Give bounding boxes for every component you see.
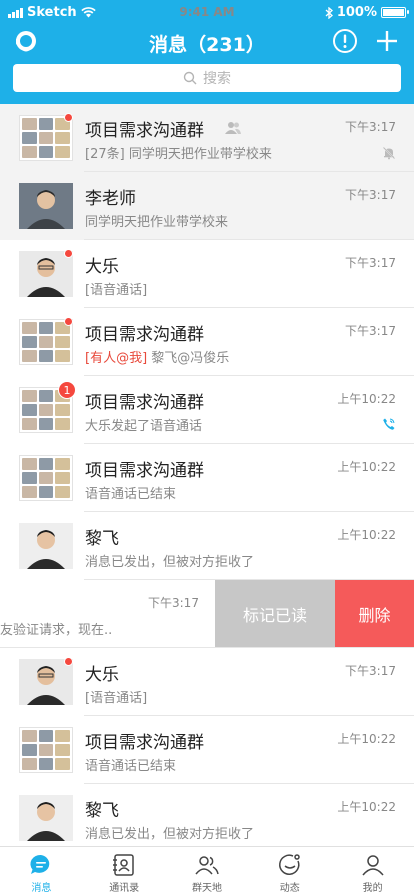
tab-label: 群天地: [191, 883, 222, 894]
conversation-row[interactable]: 大乐 [语音通话] 下午3:17: [0, 240, 414, 308]
avatar: [19, 183, 73, 229]
avatar: [19, 659, 73, 705]
conversation-row[interactable]: 项目需求沟通群 [27条] 同学明天把作业带学校来 下午3:17: [0, 104, 414, 172]
battery-percent: 100%: [336, 5, 377, 20]
group-avatar: [19, 115, 73, 161]
tab-label: 动态: [279, 883, 300, 894]
add-icon[interactable]: [374, 28, 400, 54]
avatar: [19, 251, 73, 297]
tab-moments[interactable]: 动态: [248, 847, 331, 896]
tab-bar: 消息 通讯录 群天地 动态 我的: [0, 846, 414, 896]
avatar: [19, 523, 73, 569]
mark-read-button[interactable]: 标记已读: [215, 580, 335, 648]
conversation-time: 下午3:17: [148, 596, 199, 610]
conversation-time: 下午3:17: [345, 188, 396, 202]
chat-icon: [30, 854, 50, 874]
conversation-preview: 语音通话已结束: [85, 487, 177, 502]
conversation-row[interactable]: 项目需求沟通群 语音通话已结束 上午10:22: [0, 444, 414, 512]
conversation-time: 上午10:22: [337, 460, 396, 474]
conversation-row[interactable]: 黎飞 消息已发出，但被对方拒收了 上午10:22: [0, 512, 414, 580]
unread-dot: [64, 249, 73, 258]
conversation-time: 下午3:17: [345, 120, 396, 134]
swiped-conversation-row[interactable]: 下午3:17 友验证请求，现在.. 标记已读 删除: [0, 580, 414, 648]
search-bar[interactable]: 搜索: [13, 64, 401, 92]
conversation-preview: 消息已发出，但被对方拒收了: [85, 827, 255, 842]
profile-icon: [362, 855, 384, 876]
group-avatar: [19, 727, 73, 773]
moments-icon: [278, 854, 300, 875]
conversation-preview: [有人@我] 黎飞@冯俊乐: [85, 347, 229, 366]
status-right: 100%: [325, 5, 409, 20]
conversation-row[interactable]: 项目需求沟通群 [有人@我] 黎飞@冯俊乐 下午3:17: [0, 308, 414, 376]
alert-icon[interactable]: [332, 28, 358, 54]
avatar: [19, 795, 73, 841]
tab-label: 通讯录: [109, 883, 140, 894]
tab-groups[interactable]: 群天地: [166, 847, 249, 896]
group-avatar: [19, 455, 73, 501]
conversation-preview: 消息已发出，但被对方拒收了: [85, 555, 255, 570]
conversation-name: 黎飞: [85, 529, 119, 549]
conversation-name: 项目需求沟通群: [85, 121, 204, 141]
bluetooth-icon: [325, 6, 333, 19]
conversation-row[interactable]: 1 项目需求沟通群 大乐发起了语音通话 上午10:22: [0, 376, 414, 444]
conversation-row[interactable]: 大乐 [语音通话] 下午3:17: [0, 648, 414, 716]
group-members-icon: [225, 122, 241, 134]
conversation-time: 下午3:17: [345, 256, 396, 270]
unread-badge: 1: [58, 381, 76, 399]
delete-button[interactable]: 删除: [335, 580, 414, 648]
mention-tag: [有人@我]: [85, 351, 148, 366]
search-icon: [183, 71, 197, 85]
conversation-name: 项目需求沟通群: [85, 733, 204, 753]
groups-icon: [195, 856, 219, 875]
mention-text: 黎飞@冯俊乐: [147, 351, 230, 366]
conversation-name: 项目需求沟通群: [85, 393, 204, 413]
conversation-preview: 同学明天把作业带学校来: [85, 215, 229, 230]
conversation-preview: [27条] 同学明天把作业带学校来: [85, 147, 272, 162]
conversation-time: 下午3:17: [345, 324, 396, 338]
phone-call-icon: [383, 418, 395, 430]
conversation-preview: [语音通话]: [85, 283, 148, 298]
tab-contacts[interactable]: 通讯录: [83, 847, 166, 896]
conversation-time: 上午10:22: [337, 732, 396, 746]
conversation-time: 上午10:22: [337, 800, 396, 814]
conversation-name: 项目需求沟通群: [85, 461, 204, 481]
conversation-time: 上午10:22: [337, 528, 396, 542]
conversation-name: 黎飞: [85, 801, 119, 821]
title-bar: 消息（231）: [0, 26, 414, 60]
tab-label: 我的: [362, 883, 383, 894]
conversation-name: 项目需求沟通群: [85, 325, 204, 345]
status-bar: Sketch 9:41 AM 100%: [0, 0, 414, 26]
conversation-row[interactable]: 黎飞 消息已发出，但被对方拒收了 上午10:22: [0, 784, 414, 852]
group-avatar: [19, 319, 73, 365]
conversation-list: 项目需求沟通群 [27条] 同学明天把作业带学校来 下午3:17 李老师 同学明…: [0, 104, 414, 852]
unread-dot: [64, 657, 73, 666]
unread-dot: [64, 317, 73, 326]
app-header: Sketch 9:41 AM 100% 消息（231） 搜索: [0, 0, 414, 104]
conversation-preview: [语音通话]: [85, 691, 148, 706]
tab-profile[interactable]: 我的: [331, 847, 414, 896]
conversation-preview: 友验证请求，现在..: [0, 623, 113, 638]
conversation-preview: 大乐发起了语音通话: [85, 419, 203, 434]
conversation-name: 大乐: [85, 665, 119, 685]
conversation-name: 大乐: [85, 257, 119, 277]
conversation-name: 李老师: [85, 189, 136, 209]
conversation-preview: 语音通话已结束: [85, 759, 177, 774]
tab-label: 消息: [31, 883, 52, 894]
tab-messages[interactable]: 消息: [0, 847, 83, 896]
battery-icon: [381, 7, 409, 18]
contacts-icon: [113, 854, 134, 876]
conversation-row[interactable]: 项目需求沟通群 语音通话已结束 上午10:22: [0, 716, 414, 784]
search-placeholder: 搜索: [203, 71, 231, 87]
conversation-time: 下午3:17: [345, 664, 396, 678]
mute-bell-icon: [382, 146, 396, 160]
conversation-row[interactable]: 李老师 同学明天把作业带学校来 下午3:17: [0, 172, 414, 240]
unread-dot: [64, 113, 73, 122]
conversation-time: 上午10:22: [337, 392, 396, 406]
